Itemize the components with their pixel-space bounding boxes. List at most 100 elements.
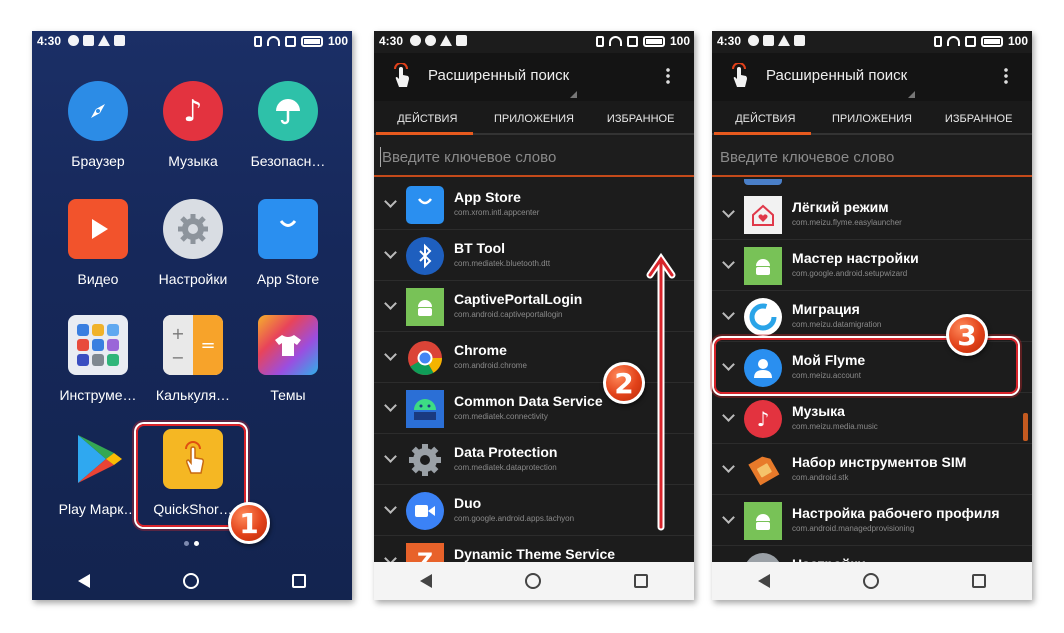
app-label: Темы [270,387,306,403]
warning-icon [778,35,790,46]
search-input[interactable] [720,145,1010,169]
back-icon[interactable] [758,574,771,588]
app-name: Лёгкий режим [792,199,889,215]
chevron-down-icon[interactable] [722,205,735,218]
chevron-down-icon[interactable] [384,246,397,259]
home-icon[interactable] [524,573,541,589]
app-title: Расширенный поиск [766,67,908,84]
home-heart-icon [744,196,782,234]
chevron-down-icon[interactable] [722,460,735,473]
recents-icon[interactable] [971,574,986,588]
home-icon[interactable] [862,573,879,589]
gear-icon [406,441,444,479]
recents-icon[interactable] [633,574,648,588]
tab-actions[interactable]: ДЕЙСТВИЯ [712,101,819,135]
app-package: com.mediatek.dataprotection [454,463,557,472]
overflow-menu-icon[interactable] [666,67,670,85]
tab-favorites[interactable]: ИЗБРАННОЕ [925,101,1032,133]
tools-folder-icon [68,315,128,375]
overflow-menu-icon[interactable] [1004,67,1008,85]
partial-list-item-icon [744,179,782,185]
page-dot[interactable] [184,541,189,546]
video-camera-icon [406,492,444,530]
app-label: Браузер [71,153,125,169]
list-item-easy-mode[interactable]: Лёгкий режим com.meizu.flyme.easylaunche… [712,189,1032,240]
chevron-down-icon[interactable] [384,297,397,310]
page-dot-active[interactable] [194,541,199,546]
tab-actions[interactable]: ДЕЙСТВИЯ [374,101,481,135]
app-package: com.android.chrome [454,361,527,370]
app-calculator[interactable]: + − = Калькуля… [145,315,241,403]
app-header: Расширенный поиск [712,53,1032,101]
home-icon[interactable] [182,573,199,589]
list-item-work-profile[interactable]: Настройка рабочего профиля com.android.m… [712,495,1032,546]
status-bar: 4:30 100 [32,31,352,53]
app-name: Мастер настройки [792,250,919,266]
page-indicator [184,541,199,546]
android-icon [744,502,782,540]
search-input[interactable] [382,145,672,169]
back-icon[interactable] [420,574,433,588]
app-label: Видео [77,271,119,287]
app-label: Калькуля… [155,387,231,403]
image-icon [83,35,94,46]
app-name: Common Data Service [454,393,603,409]
umbrella-icon [258,81,318,141]
app-security[interactable]: Безопасн… [240,81,336,169]
app-tools-folder[interactable]: Инструме… [50,315,146,403]
list-item-setup-wizard[interactable]: Мастер настройки com.google.android.setu… [712,240,1032,291]
app-name: Dynamic Theme Service [454,546,616,562]
app-themes[interactable]: Темы [240,315,336,403]
scrollbar[interactable] [1023,413,1028,441]
app-music[interactable]: ♪ Музыка [145,81,241,169]
search-bar [712,137,1032,177]
screen-icon [964,35,976,47]
image-icon [763,35,774,46]
play-store-icon [68,429,128,489]
tab-favorites[interactable]: ИЗБРАННОЕ [587,101,694,133]
app-app-store[interactable]: App Store [240,199,336,287]
calculator-icon: + − = [163,315,223,375]
app-play-market[interactable]: Play Марк… [50,429,146,517]
chevron-down-icon[interactable] [384,348,397,361]
screen-icon [284,35,296,47]
app-name: Chrome [454,342,507,358]
list-item-music[interactable]: ♪ Музыка com.meizu.media.music [712,393,1032,444]
back-icon[interactable] [78,574,91,588]
shopping-bag-icon [258,199,318,259]
vibrate-icon [595,35,604,47]
chevron-down-icon[interactable] [722,511,735,524]
chevron-down-icon[interactable] [722,307,735,320]
app-browser[interactable]: Браузер [50,81,146,169]
app-header: Расширенный поиск [374,53,694,101]
app-package: com.google.android.apps.tachyon [454,514,575,523]
chevron-down-icon[interactable] [384,195,397,208]
list-item-app-store[interactable]: App Store com.xrom.intl.appcenter [374,179,694,230]
step-badge-3: 3 [946,314,988,356]
navigation-bar [32,562,352,600]
chevron-down-icon[interactable] [384,450,397,463]
recents-icon[interactable] [291,574,306,588]
status-bar: 4:30 100 [374,31,694,53]
app-package: com.xrom.intl.appcenter [454,208,540,217]
chevron-down-icon[interactable] [722,409,735,422]
app-settings[interactable]: Настройки [145,199,241,287]
chevron-down-icon[interactable] [384,501,397,514]
chevron-down-icon[interactable] [384,399,397,412]
search-bar [374,137,694,177]
chevron-down-icon[interactable] [722,256,735,269]
music-note-icon: ♪ [744,400,782,438]
system-icons: 100 [595,34,690,48]
list-item-sim-toolkit[interactable]: Набор инструментов SIM com.android.stk [712,444,1032,495]
wifi-icon [946,36,960,46]
app-label: Play Марк… [58,501,138,517]
message-icon [410,35,421,46]
status-time: 4:30 [379,34,404,48]
app-video[interactable]: Видео [50,199,146,287]
tap-hand-icon [388,62,414,89]
dropdown-corner-icon[interactable] [908,91,915,98]
tab-applications[interactable]: ПРИЛОЖЕНИЯ [819,101,926,133]
tab-applications[interactable]: ПРИЛОЖЕНИЯ [481,101,588,133]
notification-icons [748,35,805,46]
dropdown-corner-icon[interactable] [570,91,577,98]
